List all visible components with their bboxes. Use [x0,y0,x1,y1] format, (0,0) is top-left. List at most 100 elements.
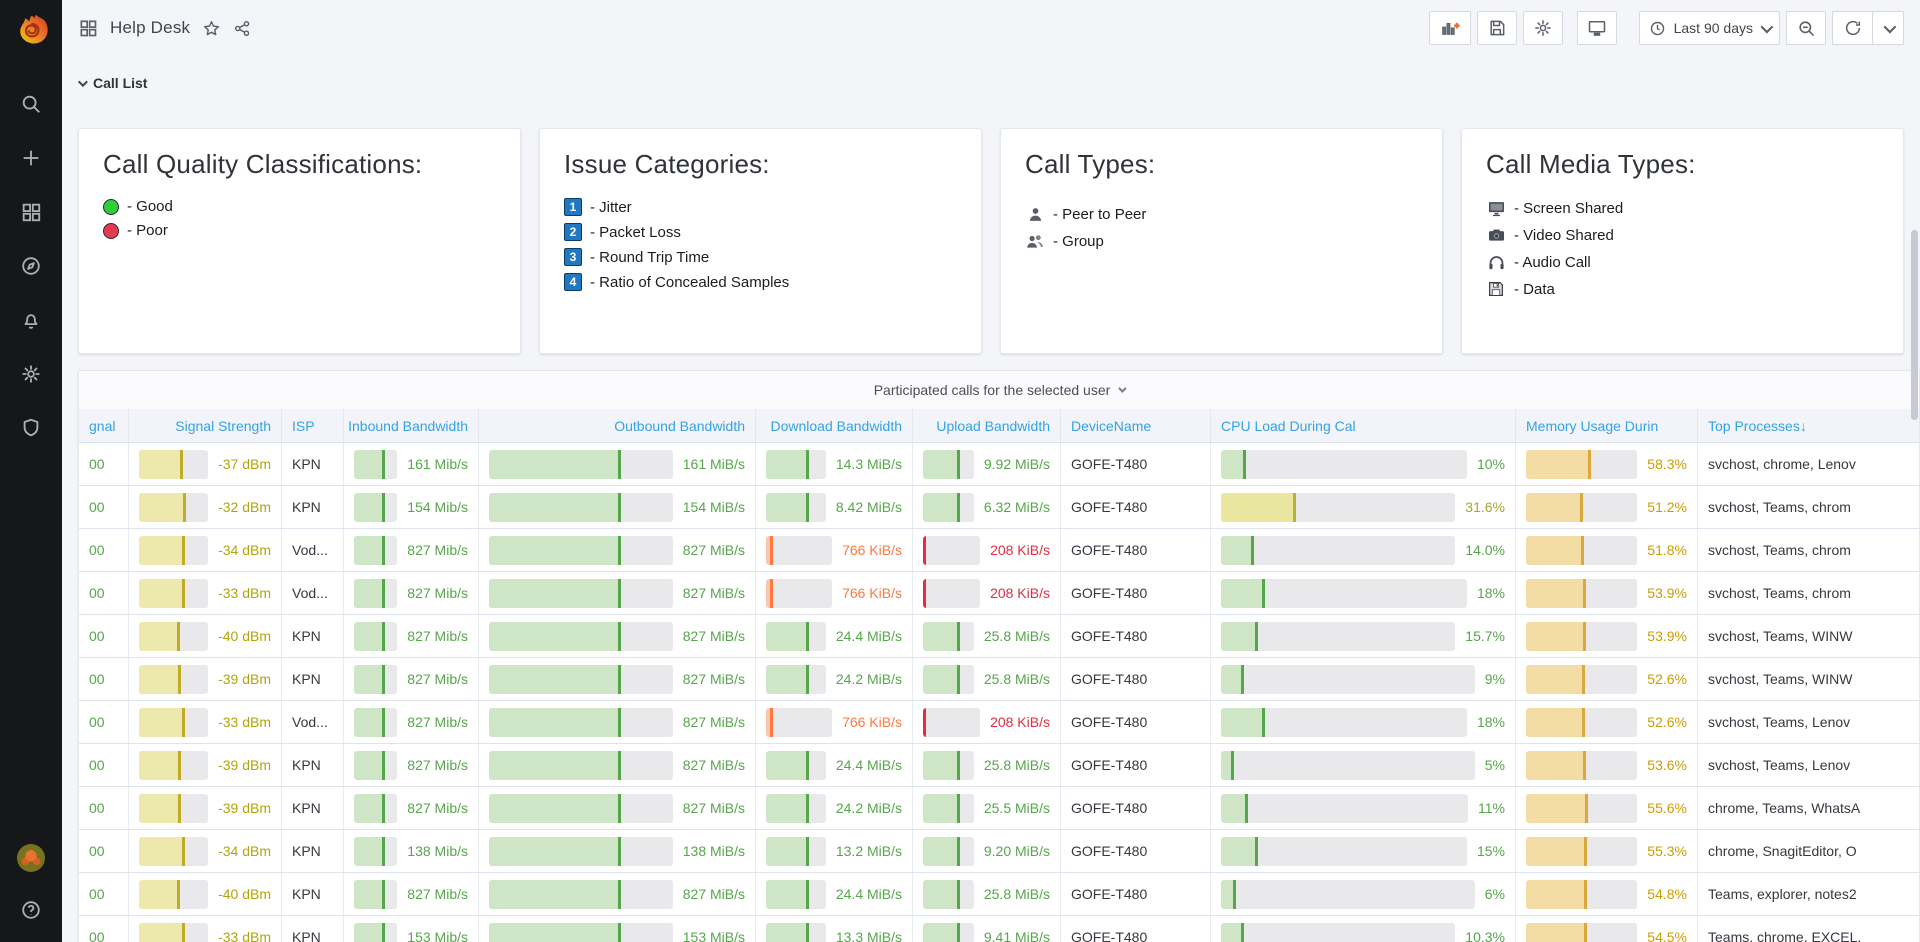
dashboards-icon[interactable] [19,200,43,224]
user-avatar[interactable] [17,844,45,872]
scrollbar-thumb[interactable] [1911,230,1918,420]
column-header-signal_strength[interactable]: Signal Strength [129,409,282,442]
gauge-track [923,751,974,780]
gauge-fill [139,622,180,651]
gauge-fill [1221,923,1244,942]
share-icon[interactable] [233,19,252,38]
cell-value: 00 [89,542,105,558]
screen-icon [1486,198,1506,218]
refresh-interval-dropdown[interactable] [1872,11,1904,45]
cell-cpu: 11% [1211,787,1516,829]
cell-value: 9.20 MiB/s [984,843,1050,859]
gauge-track [923,665,974,694]
row-call-list-toggle[interactable]: Call List [78,66,1904,100]
cell-value: svchost, Teams, chrom [1708,542,1851,558]
column-header-device[interactable]: DeviceName [1061,409,1211,442]
table-body: 00-37 dBmKPN161 Mib/s161 MiB/s14.3 MiB/s… [79,443,1919,942]
legend-item: 3- Round Trip Time [564,248,957,266]
zoom-out-button[interactable] [1786,11,1826,45]
gauge-fill [923,794,960,823]
cell-value: 00 [89,628,105,644]
cell-value: -33 dBm [218,929,271,942]
gauge-track [923,536,980,565]
legend-item: - Data [1486,279,1879,299]
legend-item: 2- Packet Loss [564,223,957,241]
gauge-track [489,665,673,694]
gauge-track [139,665,208,694]
cell-value: 154 Mib/s [407,499,468,515]
gauge-fill [1221,751,1234,780]
cell-memory: 55.6% [1516,787,1698,829]
cell-value: 6.32 MiB/s [984,499,1050,515]
gauge-bar: -39 dBm [139,665,271,694]
time-range-picker[interactable]: Last 90 days [1639,11,1780,45]
tv-mode-button[interactable] [1577,11,1617,45]
cell-signal_strength: -39 dBm [129,744,282,786]
gauge-track [139,751,208,780]
cell-value: 15% [1477,843,1505,859]
gauge-track [923,794,974,823]
column-header-cpu[interactable]: CPU Load During Cal [1211,409,1516,442]
gauge-track [489,923,673,942]
cell-signal_strength: -33 dBm [129,572,282,614]
gauge-track [1526,579,1637,608]
cell-memory: 52.6% [1516,658,1698,700]
panel-call-media-types: Call Media Types: - Screen Shared [1461,128,1904,354]
cell-value: 5% [1485,757,1505,773]
gauge-track [1221,622,1455,651]
gauge-bar: 827 Mib/s [354,665,468,694]
gauge-fill [1221,794,1248,823]
configuration-gear-icon[interactable] [19,362,43,386]
gauge-fill [923,665,960,694]
alerting-bell-icon[interactable] [19,308,43,332]
gauge-bar: 827 MiB/s [489,708,745,737]
add-panel-button[interactable] [1429,11,1471,45]
refresh-button[interactable] [1832,11,1872,45]
cell-value: 9.92 MiB/s [984,456,1050,472]
column-header-memory[interactable]: Memory Usage Durin [1516,409,1698,442]
gauge-track [139,708,208,737]
cell-value: 54.8% [1647,886,1687,902]
column-header-isp[interactable]: ISP [282,409,344,442]
cell-outbound: 138 MiB/s [479,830,756,872]
gauge-fill [923,837,960,866]
column-header-signal[interactable]: gnal [79,409,129,442]
gauge-bar: 153 Mib/s [354,923,468,942]
save-dashboard-button[interactable] [1477,11,1517,45]
gauge-fill [766,708,773,737]
cell-signal_strength: -39 dBm [129,658,282,700]
dashboard-settings-button[interactable] [1523,11,1563,45]
cell-upload: 25.8 MiB/s [913,658,1061,700]
favorite-star-icon[interactable] [202,19,221,38]
search-icon[interactable] [19,92,43,116]
dashboard-grid-icon[interactable] [78,18,98,38]
headphones-icon [1486,252,1506,272]
create-plus-icon[interactable] [19,146,43,170]
legend-label: - Video Shared [1514,227,1614,244]
help-icon[interactable] [19,898,43,922]
cell-signal: 00 [79,658,129,700]
gauge-bar: 827 MiB/s [489,794,745,823]
gauge-fill [354,751,385,780]
table-title-dropdown[interactable]: Participated calls for the selected user [79,371,1919,409]
grafana-logo[interactable] [0,0,62,58]
column-header-inbound[interactable]: Inbound Bandwidth [344,409,479,442]
gauge-fill [1526,622,1586,651]
cell-isp: Vod... [282,572,344,614]
column-header-upload[interactable]: Upload Bandwidth [913,409,1061,442]
gauge-bar: 53.6% [1526,751,1687,780]
cell-value: -40 dBm [218,628,271,644]
column-header-download[interactable]: Download Bandwidth [756,409,913,442]
cell-value: -34 dBm [218,542,271,558]
server-admin-shield-icon[interactable] [19,416,43,440]
column-header-processes[interactable]: Top Processes ↓ [1698,409,1920,442]
gauge-bar: -40 dBm [139,622,271,651]
gauge-bar: 24.2 MiB/s [766,794,902,823]
gauge-track [1526,837,1637,866]
gauge-track [1221,794,1468,823]
cell-download: 766 KiB/s [756,572,913,614]
explore-compass-icon[interactable] [19,254,43,278]
cell-value: GOFE-T480 [1071,843,1147,859]
cell-value: chrome, SnagitEditor, O [1708,843,1857,859]
column-header-outbound[interactable]: Outbound Bandwidth [479,409,756,442]
